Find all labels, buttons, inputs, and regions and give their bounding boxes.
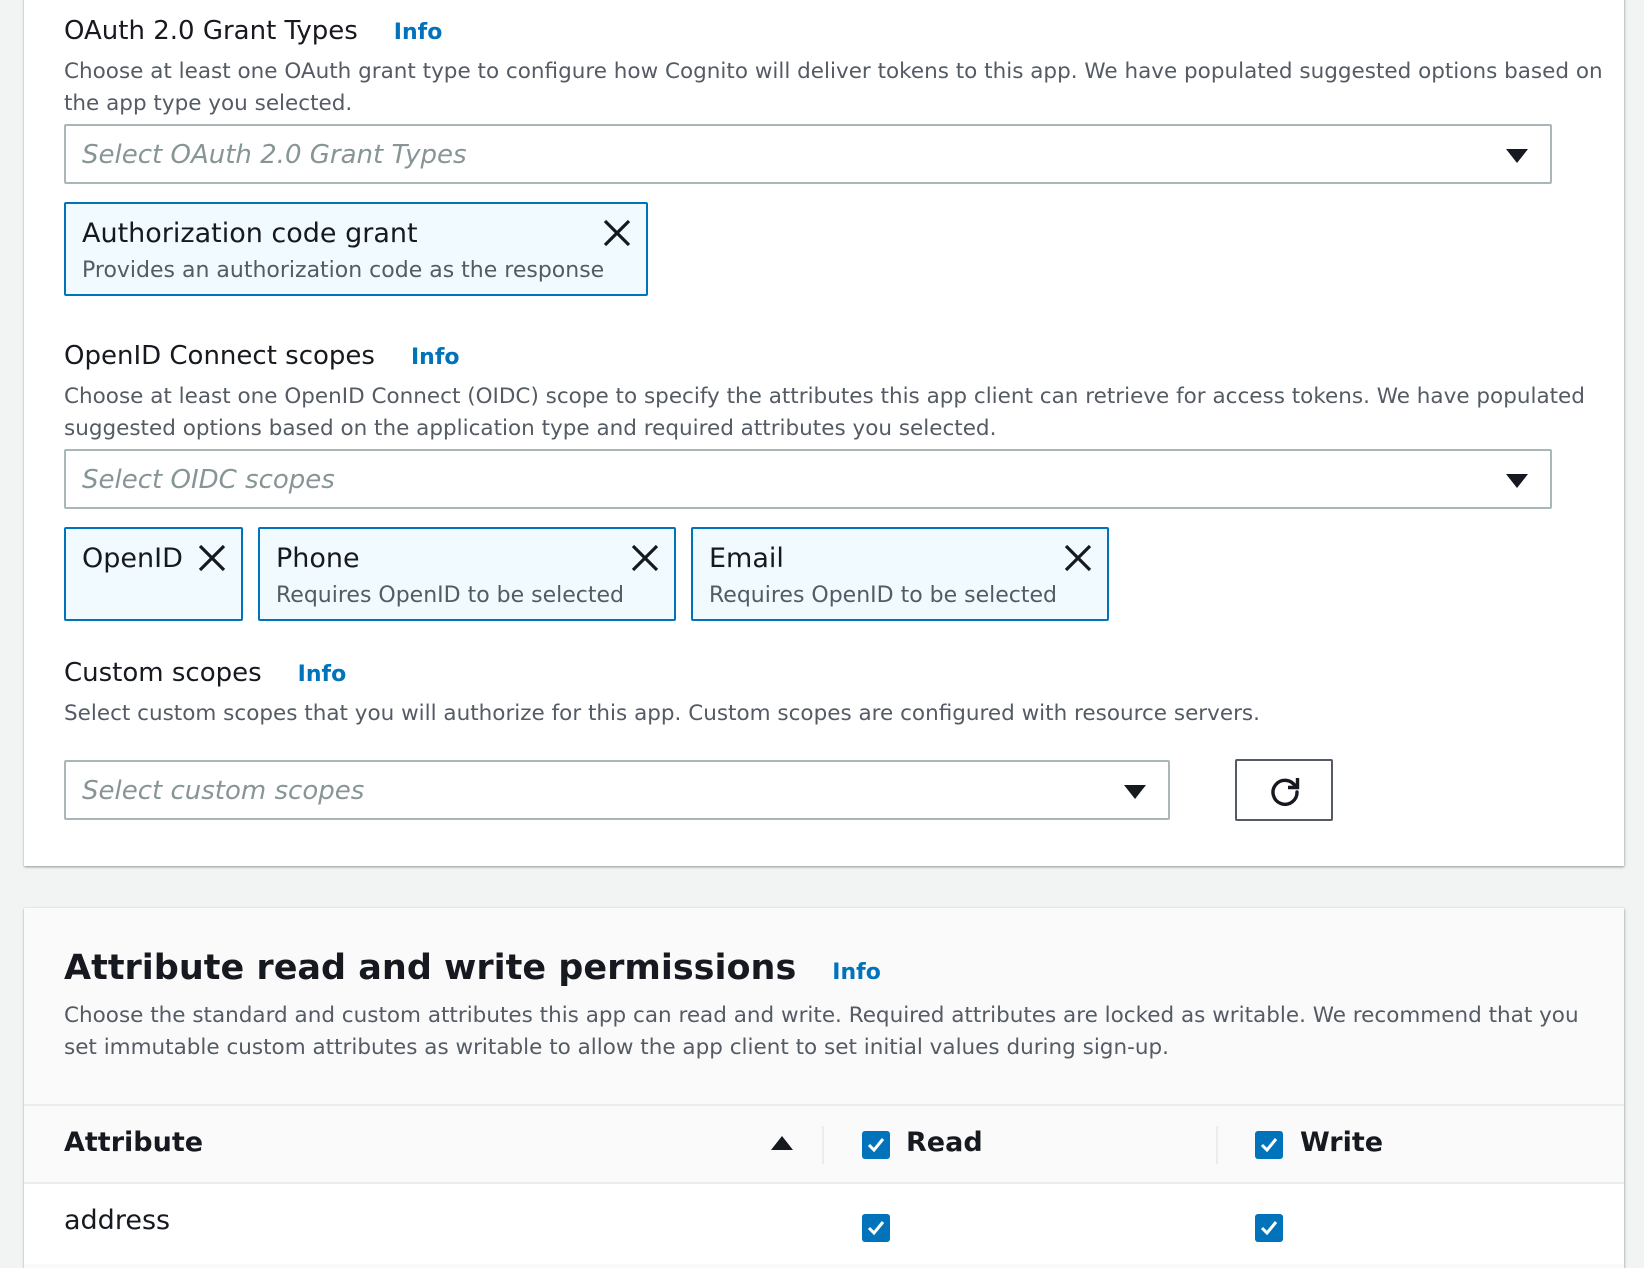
token-label: OpenID: [82, 543, 183, 574]
oauth-grant-types-title: OAuth 2.0 Grant Types: [64, 16, 358, 46]
custom-scopes-title: Custom scopes: [64, 658, 262, 688]
token-openid: OpenID: [64, 527, 243, 621]
oauth-grant-types-header: OAuth 2.0 Grant Types Info: [64, 16, 442, 46]
column-header-attribute[interactable]: Attribute: [64, 1127, 203, 1158]
token-label: Phone: [276, 543, 360, 574]
custom-scopes-header: Custom scopes Info: [64, 658, 346, 688]
close-icon[interactable]: [197, 543, 227, 573]
oidc-scopes-info-link[interactable]: Info: [411, 345, 460, 370]
sort-ascending-icon[interactable]: [771, 1136, 793, 1150]
read-all-checkbox[interactable]: [862, 1131, 890, 1159]
caret-down-icon: [1124, 785, 1146, 799]
close-icon[interactable]: [602, 218, 632, 248]
oidc-scopes-title: OpenID Connect scopes: [64, 341, 375, 371]
close-icon[interactable]: [1063, 543, 1093, 573]
close-icon[interactable]: [630, 543, 660, 573]
table-header: Attribute Read Write: [24, 1104, 1624, 1184]
oauth-grant-types-description: Choose at least one OAuth grant type to …: [64, 59, 1603, 116]
caret-down-icon: [1506, 149, 1528, 163]
column-header-write: Write: [1300, 1127, 1384, 1158]
attribute-permissions-title: Attribute read and write permissions: [64, 948, 797, 988]
oidc-scopes-header: OpenID Connect scopes Info: [64, 341, 460, 371]
caret-down-icon: [1506, 474, 1528, 488]
read-checkbox[interactable]: [862, 1214, 890, 1242]
token-email: Email Requires OpenID to be selected: [691, 527, 1109, 621]
refresh-custom-scopes-button[interactable]: [1235, 759, 1333, 821]
oauth-grant-types-placeholder: Select OAuth 2.0 Grant Types: [82, 140, 467, 170]
token-description: Requires OpenID to be selected: [709, 583, 1058, 608]
oauth-grant-types-select[interactable]: Select OAuth 2.0 Grant Types: [64, 124, 1552, 184]
oidc-scopes-placeholder: Select OIDC scopes: [82, 465, 335, 495]
oauth-grant-types-info-link[interactable]: Info: [394, 20, 443, 45]
attribute-permissions-description: Choose the standard and custom attribute…: [64, 1003, 1579, 1060]
token-label: Authorization code grant: [82, 218, 418, 249]
write-all-checkbox[interactable]: [1255, 1131, 1283, 1159]
custom-scopes-placeholder: Select custom scopes: [82, 776, 365, 806]
token-authorization-code-grant: Authorization code grant Provides an aut…: [64, 202, 648, 296]
token-label: Email: [709, 543, 784, 574]
oauth-settings-panel: OAuth 2.0 Grant Types Info Choose at lea…: [24, 0, 1624, 866]
custom-scopes-description: Select custom scopes that you will autho…: [64, 701, 1260, 726]
custom-scopes-select[interactable]: Select custom scopes: [64, 760, 1170, 820]
token-phone: Phone Requires OpenID to be selected: [258, 527, 676, 621]
custom-scopes-info-link[interactable]: Info: [298, 662, 347, 687]
column-header-read: Read: [906, 1127, 983, 1158]
attribute-permissions-panel: Attribute read and write permissions Inf…: [24, 908, 1624, 1268]
refresh-icon: [1271, 778, 1300, 807]
attribute-permissions-info-link[interactable]: Info: [832, 960, 881, 985]
attribute-name: address: [64, 1205, 171, 1236]
oidc-scopes-description: Choose at least one OpenID Connect (OIDC…: [64, 384, 1585, 441]
oidc-scopes-select[interactable]: Select OIDC scopes: [64, 449, 1552, 509]
token-description: Requires OpenID to be selected: [276, 583, 625, 608]
token-description: Provides an authorization code as the re…: [82, 258, 605, 283]
column-divider: [822, 1126, 824, 1164]
column-divider: [1216, 1126, 1218, 1164]
attribute-permissions-header: Attribute read and write permissions Inf…: [64, 948, 881, 988]
table-row: address: [24, 1184, 1624, 1264]
write-checkbox[interactable]: [1255, 1214, 1283, 1242]
